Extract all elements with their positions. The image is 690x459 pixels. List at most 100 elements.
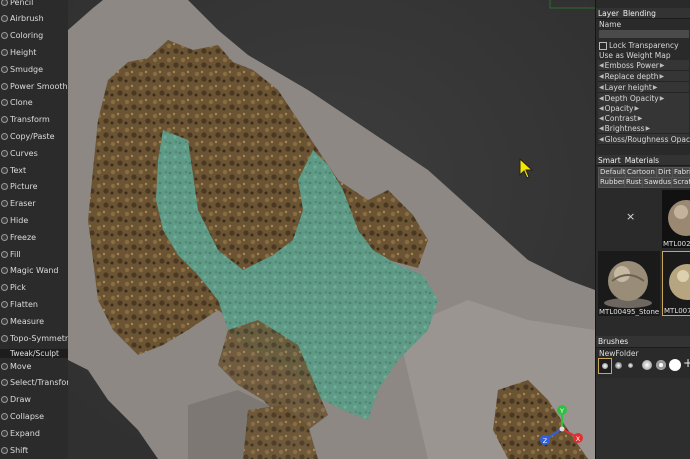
tool-pencil[interactable]: Pencil	[0, 0, 68, 10]
tool-draw[interactable]: Draw	[0, 392, 68, 408]
material-thumbnail[interactable]: MTL0020	[662, 190, 690, 248]
brush-soft-icon[interactable]	[615, 362, 622, 369]
layer-property[interactable]: ◀ Replace depth ▶	[598, 71, 689, 82]
lock-transparency-row[interactable]: Lock Transparency	[599, 41, 679, 50]
tool-expand[interactable]: Expand	[0, 425, 68, 441]
lock-transparency-checkbox[interactable]	[599, 41, 607, 50]
tool-text[interactable]: Text	[0, 162, 68, 178]
tool-label: Freeze	[10, 232, 37, 242]
layer-property[interactable]: ◀ Brightness ▶	[598, 123, 689, 134]
brush-hard-icon[interactable]	[669, 359, 681, 371]
magic-wand-icon	[1, 267, 8, 275]
layer-property-label: Brightness	[604, 123, 645, 133]
airbrush-icon	[1, 15, 8, 23]
material-thumbnail-selected[interactable]: MTL0073	[662, 251, 690, 316]
power-smooth-icon	[1, 82, 8, 90]
tool-curves[interactable]: Curves	[0, 145, 68, 161]
layer-property[interactable]: ◀Gloss/Roughness Opacity▶	[598, 134, 690, 145]
material-thumbnail-caption: MTL00495_Stone	[599, 308, 660, 316]
tool-measure[interactable]: Measure	[0, 313, 68, 329]
material-category[interactable]: Rust	[624, 177, 644, 188]
collapse-left-icon: ◀	[599, 61, 604, 69]
brush-round-icon[interactable]	[642, 360, 652, 370]
layer-property[interactable]: ◀ Emboss Power ▶	[598, 60, 689, 71]
measure-icon	[1, 317, 8, 325]
3d-viewport[interactable]: Y X Z	[68, 0, 595, 459]
material-sphere-icon	[598, 251, 660, 316]
tool-label: Collapse	[10, 411, 44, 421]
collapse-left-icon: ◀	[599, 124, 604, 132]
brush-ring-icon[interactable]	[656, 360, 666, 370]
lock-transparency-label: Lock Transparency	[609, 41, 679, 50]
select-transform-icon	[1, 379, 8, 387]
tool-height[interactable]: Height	[0, 44, 68, 60]
add-brush-icon[interactable]: +	[683, 356, 690, 370]
pencil-icon	[1, 0, 8, 6]
tool-flatten[interactable]: Flatten	[0, 296, 68, 312]
material-category[interactable]: Rubber	[598, 177, 628, 188]
tool-label: Eraser	[10, 199, 36, 209]
tool-magic-wand[interactable]: Magic Wand	[0, 263, 68, 279]
axis-gizmo[interactable]: Y X Z	[536, 403, 586, 453]
layer-property-label: Opacity	[604, 103, 634, 113]
use-as-weight-map[interactable]: Use as Weight Map	[599, 51, 671, 60]
tool-pick[interactable]: Pick	[0, 280, 68, 296]
axis-y-label: Y	[559, 407, 564, 415]
tool-transform[interactable]: Transform	[0, 112, 68, 128]
tool-clone[interactable]: Clone	[0, 95, 68, 111]
tool-airbrush[interactable]: Airbrush	[0, 11, 68, 27]
material-thumbnail-caption: MTL0073	[664, 307, 690, 315]
tool-coloring[interactable]: Coloring	[0, 28, 68, 44]
axis-x-label: X	[576, 435, 581, 443]
tab-smart[interactable]: Smart	[596, 156, 623, 165]
tool-label: Move	[10, 361, 32, 371]
section-tweak-sculpt[interactable]: Tweak/Sculpt	[0, 349, 68, 358]
tool-power-smooth[interactable]: Power Smooth	[0, 78, 68, 94]
tool-smudge[interactable]: Smudge	[0, 61, 68, 77]
expand-right-icon: ▶	[634, 104, 640, 112]
collapse-left-icon: ◀	[599, 135, 604, 143]
tab-layer[interactable]: Layer	[596, 9, 621, 18]
pick-icon	[1, 284, 8, 292]
tool-hide[interactable]: Hide	[0, 212, 68, 228]
tool-copy-paste[interactable]: Copy/Paste	[0, 128, 68, 144]
tool-fill[interactable]: Fill	[0, 246, 68, 262]
tool-eraser[interactable]: Eraser	[0, 196, 68, 212]
expand-right-icon: ▶	[659, 61, 665, 69]
expand-right-icon: ▶	[645, 124, 651, 132]
clone-icon	[1, 99, 8, 107]
close-icon[interactable]: ×	[626, 210, 635, 223]
terrain-render	[68, 0, 595, 459]
tool-shift[interactable]: Shift	[0, 442, 68, 458]
tool-select-transform[interactable]: Select/Transform	[0, 375, 68, 391]
tool-label: Select/Transform	[10, 378, 68, 388]
right-panel: Layer Blending Name Lock Transparency Us…	[595, 0, 690, 459]
collapse-left-icon: ◀	[599, 72, 604, 80]
tool-topo-symmetry[interactable]: Topo-Symmetry	[0, 330, 68, 346]
tool-label: Pencil	[10, 0, 34, 7]
mouse-cursor-icon	[519, 158, 534, 179]
material-thumbnail[interactable]: MTL00495_Stone	[598, 251, 660, 316]
tool-label: Power Smooth	[10, 81, 68, 91]
layer-property[interactable]: ◀ Layer height ▶	[598, 82, 689, 93]
tool-move[interactable]: Move	[0, 358, 68, 374]
tool-label: Flatten	[10, 299, 38, 309]
tool-label: Text	[10, 165, 27, 175]
tab-materials[interactable]: Materials	[623, 156, 661, 165]
height-icon	[1, 48, 8, 56]
tool-collapse[interactable]: Collapse	[0, 408, 68, 424]
tab-blending[interactable]: Blending	[621, 9, 658, 18]
flatten-icon	[1, 300, 8, 308]
tool-label: Height	[10, 47, 37, 57]
move-icon	[1, 362, 8, 370]
tool-freeze[interactable]: Freeze	[0, 229, 68, 245]
copy-paste-icon	[1, 132, 8, 140]
tool-label: Draw	[10, 395, 31, 405]
smart-materials-tabs: Smart Materials	[596, 155, 690, 166]
brush-folder[interactable]: NewFolder	[599, 349, 639, 358]
material-category[interactable]: Scratch	[671, 177, 690, 188]
layer-name-input[interactable]	[599, 30, 689, 38]
tool-picture[interactable]: Picture	[0, 179, 68, 195]
brush-slot-selected[interactable]	[598, 358, 612, 374]
brush-small-icon[interactable]	[628, 363, 633, 368]
